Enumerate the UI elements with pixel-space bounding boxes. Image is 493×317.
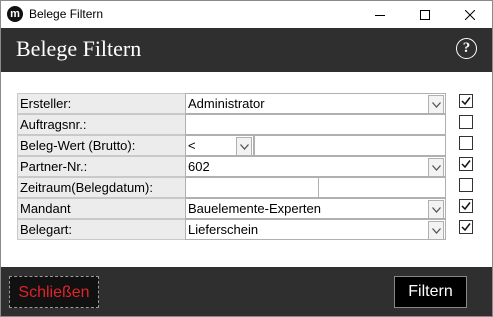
partner-nr-value: 602 bbox=[188, 159, 210, 174]
zeitraum-from-input[interactable] bbox=[185, 177, 319, 198]
ersteller-select[interactable]: Administrator bbox=[185, 93, 446, 114]
checkmark-icon bbox=[461, 202, 471, 211]
ersteller-label: Ersteller: bbox=[17, 93, 189, 114]
title-bar: m Belege Filtern bbox=[1, 1, 492, 28]
checkmark-icon bbox=[461, 97, 471, 106]
window-title: Belege Filtern bbox=[29, 7, 104, 21]
belegart-select[interactable]: Lieferschein bbox=[185, 219, 446, 240]
chevron-down-icon bbox=[431, 101, 441, 108]
dialog-window: m Belege Filtern Belege Filtern ? Erstel… bbox=[0, 0, 493, 317]
close-icon bbox=[464, 9, 475, 20]
belegart-dropdown-button[interactable] bbox=[428, 221, 444, 240]
ersteller-value: Administrator bbox=[188, 96, 265, 111]
checkmark-icon bbox=[461, 223, 471, 232]
page-title: Belege Filtern bbox=[16, 36, 142, 61]
maximize-icon bbox=[419, 9, 430, 20]
help-icon[interactable]: ? bbox=[456, 38, 477, 59]
mandant-checkbox[interactable] bbox=[459, 199, 473, 213]
beleg-wert-label: Beleg-Wert (Brutto): bbox=[17, 135, 189, 156]
chevron-down-icon bbox=[431, 206, 441, 213]
operator-dropdown-button[interactable] bbox=[236, 137, 252, 156]
mandant-value: Bauelemente-Experten bbox=[188, 201, 321, 216]
belegart-value: Lieferschein bbox=[188, 222, 259, 237]
close-window-button[interactable] bbox=[447, 1, 492, 28]
mandant-dropdown-button[interactable] bbox=[428, 200, 444, 219]
zeitraum-to-input[interactable] bbox=[318, 177, 446, 198]
beleg-wert-operator-value: < bbox=[188, 138, 196, 153]
zeitraum-label: Zeitraum(Belegdatum): bbox=[17, 177, 189, 198]
header-bar: Belege Filtern ? bbox=[1, 28, 492, 72]
footer-bar: Schließen Filtern bbox=[1, 267, 492, 316]
belegart-label: Belegart: bbox=[17, 219, 189, 240]
zeitraum-checkbox[interactable] bbox=[459, 178, 473, 192]
mandant-select[interactable]: Bauelemente-Experten bbox=[185, 198, 446, 219]
auftragsnr-label: Auftragsnr.: bbox=[17, 114, 189, 135]
filter-button[interactable]: Filtern bbox=[394, 276, 467, 308]
beleg-wert-input[interactable] bbox=[254, 135, 446, 156]
ersteller-dropdown-button[interactable] bbox=[428, 95, 444, 114]
partner-nr-checkbox[interactable] bbox=[459, 157, 473, 171]
mandant-label: Mandant bbox=[17, 198, 189, 219]
minimize-icon bbox=[374, 14, 385, 16]
maximize-button[interactable] bbox=[402, 1, 447, 28]
partner-nr-label: Partner-Nr.: bbox=[17, 156, 189, 177]
partner-nr-dropdown-button[interactable] bbox=[428, 158, 444, 177]
app-icon: m bbox=[7, 6, 23, 22]
ersteller-checkbox[interactable] bbox=[459, 94, 473, 108]
chevron-down-icon bbox=[239, 143, 249, 150]
auftragsnr-checkbox[interactable] bbox=[459, 115, 473, 129]
minimize-button[interactable] bbox=[357, 1, 402, 28]
belegart-checkbox[interactable] bbox=[459, 220, 473, 234]
close-button[interactable]: Schließen bbox=[9, 276, 99, 308]
auftragsnr-input[interactable] bbox=[185, 114, 446, 135]
chevron-down-icon bbox=[431, 227, 441, 234]
partner-nr-select[interactable]: 602 bbox=[185, 156, 446, 177]
chevron-down-icon bbox=[431, 164, 441, 171]
checkmark-icon bbox=[461, 160, 471, 169]
beleg-wert-checkbox[interactable] bbox=[459, 136, 473, 150]
beleg-wert-operator-select[interactable]: < bbox=[185, 135, 254, 156]
